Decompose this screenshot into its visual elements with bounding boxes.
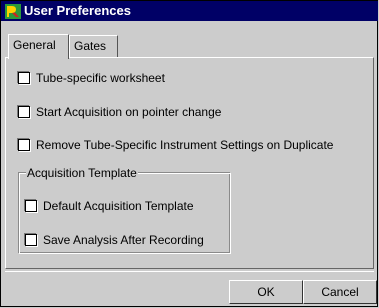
app-icon bbox=[5, 4, 21, 19]
ok-button[interactable]: OK bbox=[229, 280, 303, 304]
tab-general[interactable]: General bbox=[8, 34, 69, 59]
title-bar[interactable]: User Preferences bbox=[1, 1, 378, 21]
general-tab-panel bbox=[5, 57, 374, 269]
window-title: User Preferences bbox=[24, 3, 131, 18]
preferences-dialog: User Preferences General Gates Tube-spec… bbox=[0, 0, 378, 307]
cancel-button[interactable]: Cancel bbox=[303, 280, 377, 304]
tab-gates[interactable]: Gates bbox=[69, 35, 118, 57]
